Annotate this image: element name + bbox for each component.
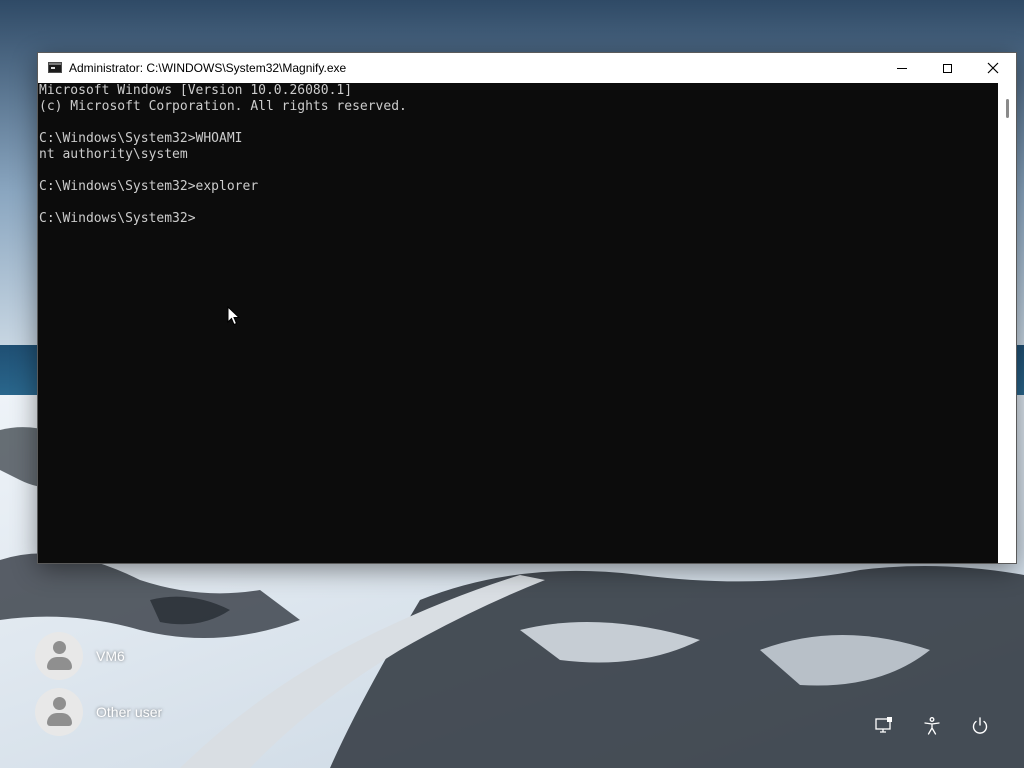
user-tile-vm6[interactable]: VM6	[35, 631, 125, 681]
console-line: (c) Microsoft Corporation. All rights re…	[39, 99, 407, 114]
console-line: Microsoft Windows [Version 10.0.26080.1]	[39, 83, 353, 98]
maximize-button[interactable]	[924, 53, 970, 83]
console-output[interactable]: Microsoft Windows [Version 10.0.26080.1]…	[38, 83, 998, 563]
console-prompt[interactable]: C:\Windows\System32>	[38, 211, 998, 227]
accessibility-button[interactable]	[918, 712, 946, 740]
user-tile-other-user[interactable]: Other user	[35, 687, 162, 737]
user-name: Other user	[96, 704, 163, 720]
console-window[interactable]: Administrator: C:\WINDOWS\System32\Magni…	[38, 53, 1016, 563]
avatar-head	[53, 697, 66, 710]
accessibility-icon	[924, 717, 940, 735]
avatar-head	[53, 641, 66, 654]
close-button[interactable]	[970, 53, 1016, 83]
power-icon	[972, 717, 988, 734]
close-icon	[987, 62, 999, 74]
power-button[interactable]	[966, 712, 994, 740]
vertical-scrollbar[interactable]	[998, 83, 1016, 563]
user-name: VM6	[96, 648, 125, 664]
minimize-button[interactable]	[879, 53, 925, 83]
maximize-icon	[942, 63, 952, 73]
scrollbar-thumb[interactable]	[1006, 99, 1009, 118]
network-button[interactable]	[870, 712, 898, 740]
console-line: C:\Windows\System32>WHOAMI	[39, 131, 243, 146]
window-title: Administrator: C:\WINDOWS\System32\Magni…	[69, 61, 347, 75]
minimize-icon	[897, 67, 907, 69]
console-line: nt authority\system	[39, 147, 188, 162]
title-bar[interactable]: Administrator: C:\WINDOWS\System32\Magni…	[38, 53, 1016, 83]
user-avatar-icon	[35, 688, 83, 736]
console-app-icon	[48, 62, 62, 73]
mouse-pointer-icon	[227, 306, 241, 326]
avatar-shoulders	[47, 657, 72, 670]
avatar-shoulders	[47, 713, 72, 726]
network-icon	[875, 717, 892, 733]
user-avatar-icon	[35, 632, 83, 680]
console-line: C:\Windows\System32>explorer	[39, 179, 259, 194]
